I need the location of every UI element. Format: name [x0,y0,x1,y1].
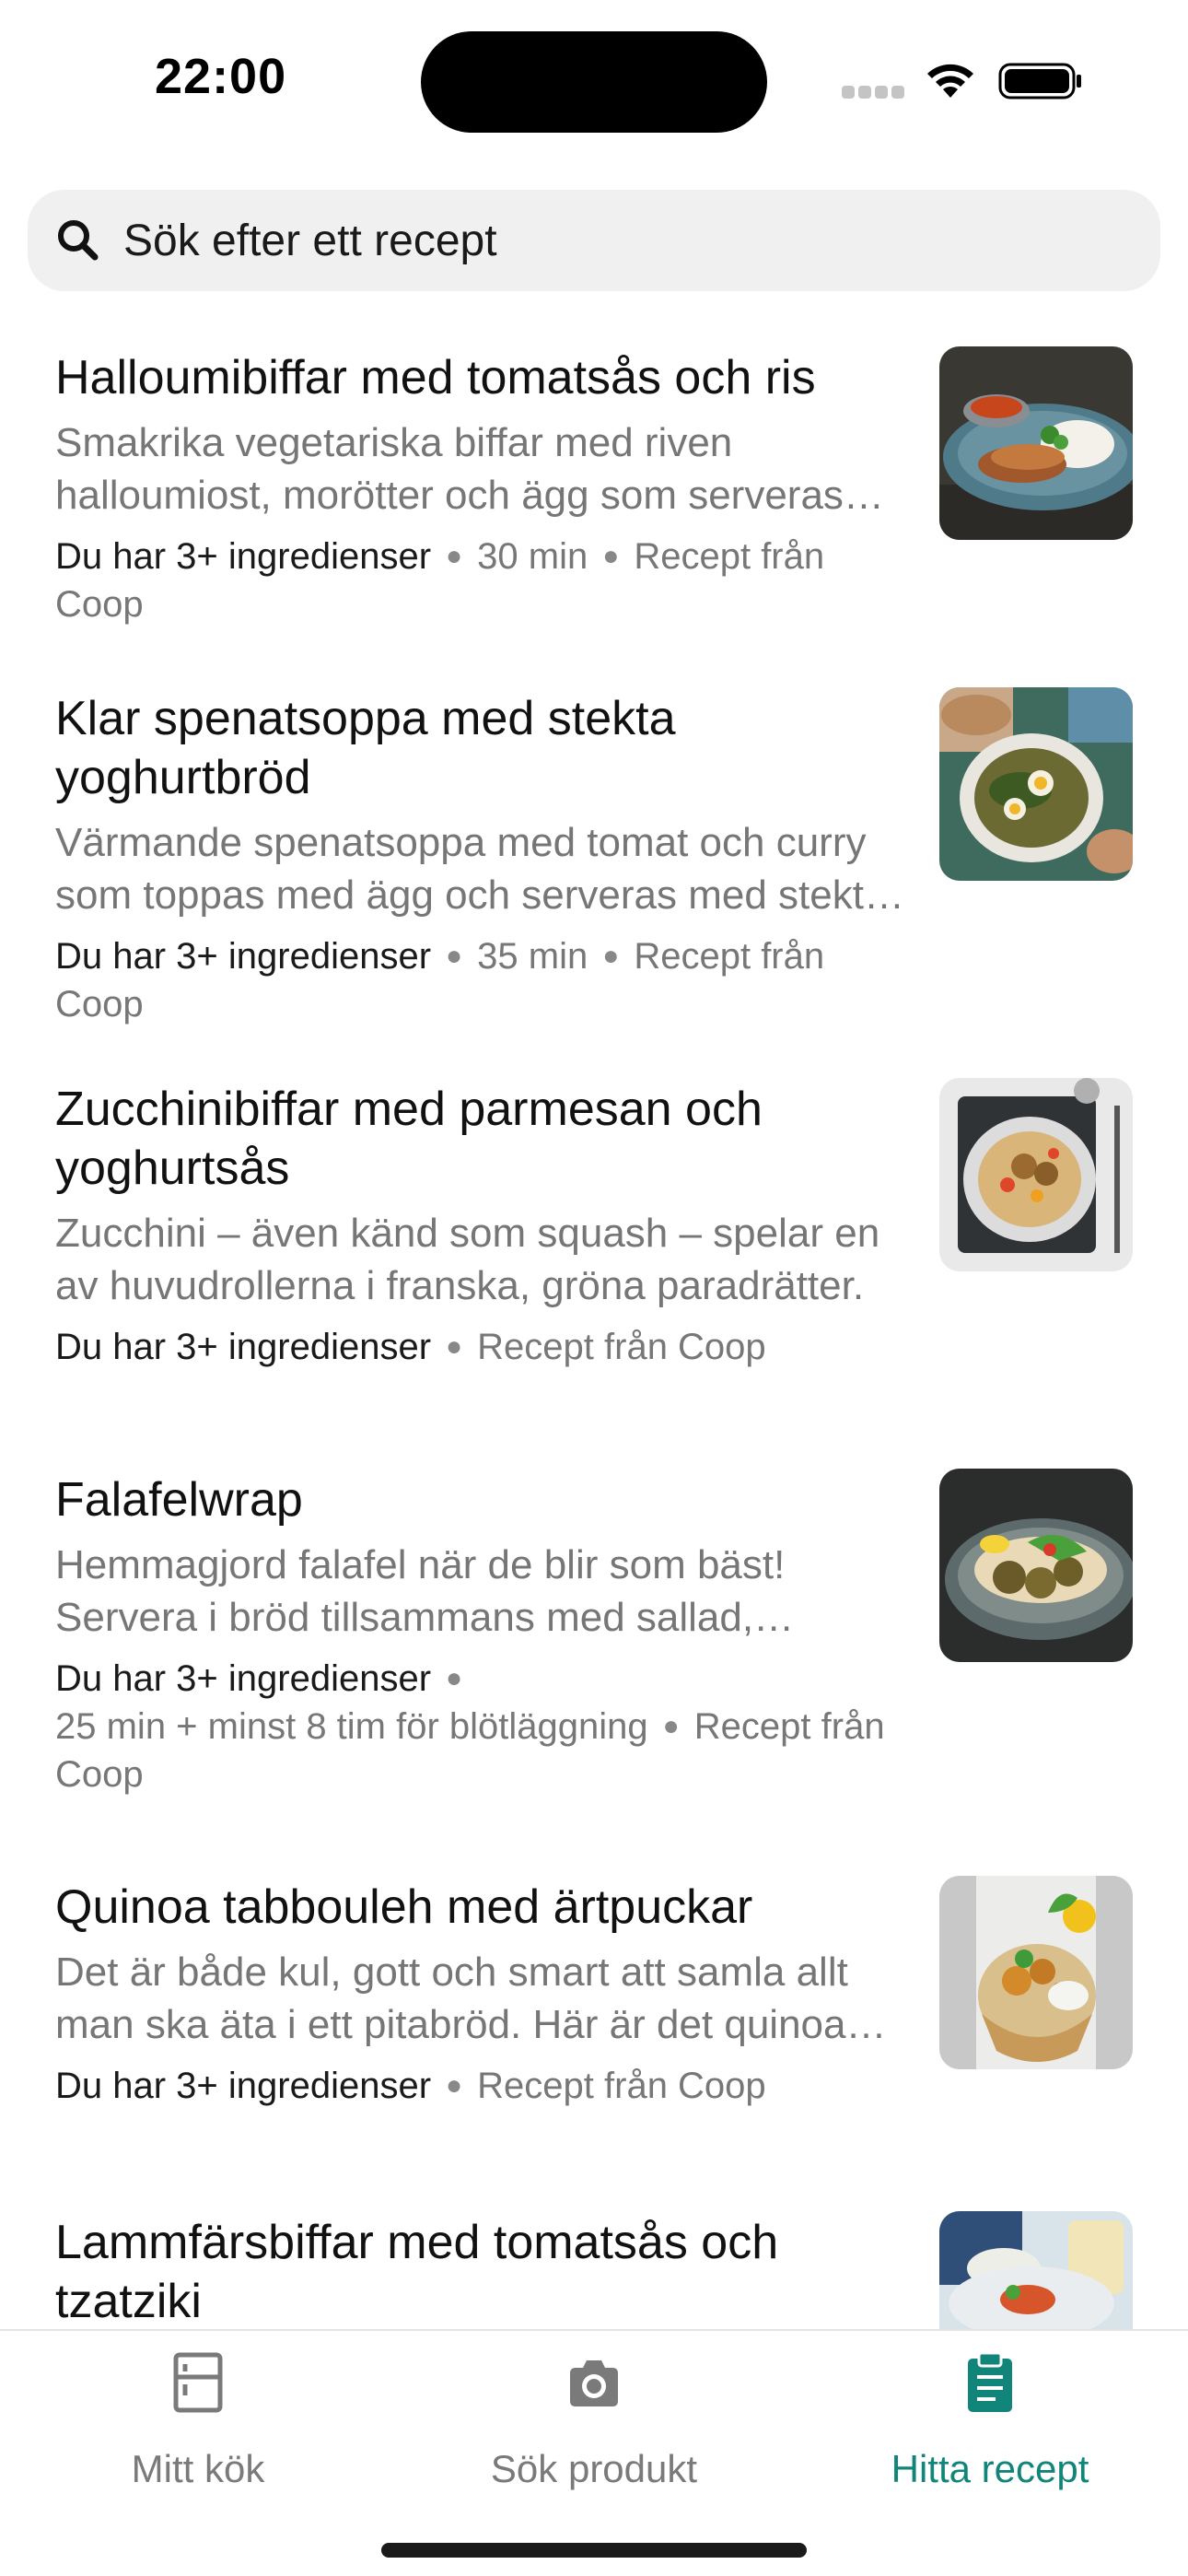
recipe-title: Falafelwrap [55,1473,303,1527]
recipe-image[interactable] [939,687,1133,881]
status-bar: 22:00 [0,0,1188,157]
tab-hitta-recept[interactable]: Hitta recept [792,2331,1188,2515]
recipe-ingredients: Du har 3+ ingredienser [55,936,432,977]
recipe-source: Recept från Coop [477,2066,766,2106]
search-input[interactable] [123,190,1127,291]
fridge-icon [173,2352,223,2413]
recipe-description: Det är både kul, gott och smart att saml… [55,1950,848,2047]
tab-label: Sök produkt [490,2447,698,2490]
recipe-image[interactable] [939,1469,1133,1662]
dynamic-island [421,31,767,133]
tab-bar: Mitt kök Sök produkt Hitta recept [0,2329,1188,2576]
recipe-image[interactable] [939,1078,1133,1271]
recipe-ingredients: Du har 3+ ingredienser [55,2066,432,2106]
recipe-card[interactable]: Lammfärsbiffar med tomatsås och tzatziki [0,2169,1188,2331]
recipe-title: Quinoa tabbouleh med ärtpuckar [55,1880,753,1934]
recipe-ingredients: Du har 3+ ingredienser [55,1658,432,1699]
recipe-meta: Du har 3+ ingredienser ● 35 min ● Recept frå… [55,936,825,1025]
recipe-title: Lammfärsbiffar med tomatsås och tzatziki [55,2216,779,2328]
recipe-time: 25 min + minst 8 tim för blötläggning [55,1706,648,1747]
recipe-ingredients: Du har 3+ ingredienser [55,536,432,577]
tab-label: Mitt kök [131,2447,265,2490]
recipe-description: Hemmagjord falafel när de blir som bäst!… [55,1542,786,1640]
tab-label: Hitta recept [891,2447,1089,2490]
recipe-title: Klar spenatsoppa med stekta yoghurtbröd [55,692,676,804]
tab-sok-produkt[interactable]: Sök produkt [396,2331,792,2515]
recipe-card[interactable]: Halloumibiffar med tomatsås och ris Smak… [0,304,1188,645]
recipe-description: Värmande spenatsoppa med tomat och curry… [55,820,887,918]
recipe-card[interactable]: Falafelwrap Hemmagjord falafel när de bl… [0,1426,1188,1833]
recipe-image[interactable] [939,2211,1133,2331]
search-icon [58,220,99,261]
recipe-description: Zucchini – även känd som squash – spelar… [55,1211,880,1308]
recipe-card[interactable]: Klar spenatsoppa med stekta yoghurtbröd … [0,645,1188,1036]
camera-icon [570,2360,618,2406]
recipe-image[interactable] [939,1876,1133,2069]
recipe-meta: Du har 3+ ingredienser ● 30 min ● Recept frå… [55,536,825,625]
recipe-meta: Du har 3+ ingredienser ● Recept från Coop [55,1327,766,1367]
tab-mitt-kok[interactable]: Mitt kök [0,2331,396,2515]
wifi-icon [927,64,973,98]
recipe-time: 30 min [477,536,588,577]
recipe-card[interactable]: Quinoa tabbouleh med ärtpuckar Det är bå… [0,1833,1188,2169]
clipboard-icon [968,2351,1012,2412]
recipe-title: Halloumibiffar med tomatsås och ris [55,351,816,404]
recipe-list[interactable]: Halloumibiffar med tomatsås och ris Smak… [0,304,1188,2331]
recipe-ingredients: Du har 3+ ingredienser [55,1327,432,1367]
recipe-source: Recept från Coop [477,1327,766,1367]
recipe-description: Smakrika vegetariska biffar med riven ha… [55,420,844,518]
recipe-time: 35 min [477,936,588,977]
recipe-title: Zucchinibiffar med parmesan och yoghurts… [55,1083,763,1195]
search-bar[interactable] [28,190,1160,291]
recipe-image[interactable] [939,346,1133,540]
recipe-meta: Du har 3+ ingredienser ● Recept från Coop [55,2066,766,2106]
status-time: 22:00 [155,49,287,104]
home-indicator[interactable] [381,2543,807,2558]
battery-icon [998,63,1081,100]
cellular-signal-icon [842,86,904,99]
recipe-card[interactable]: Zucchinibiffar med parmesan och yoghurts… [0,1036,1188,1426]
recipe-meta: Du har 3+ ingredienser ● 25 min + minst 8 … [55,1658,885,1795]
